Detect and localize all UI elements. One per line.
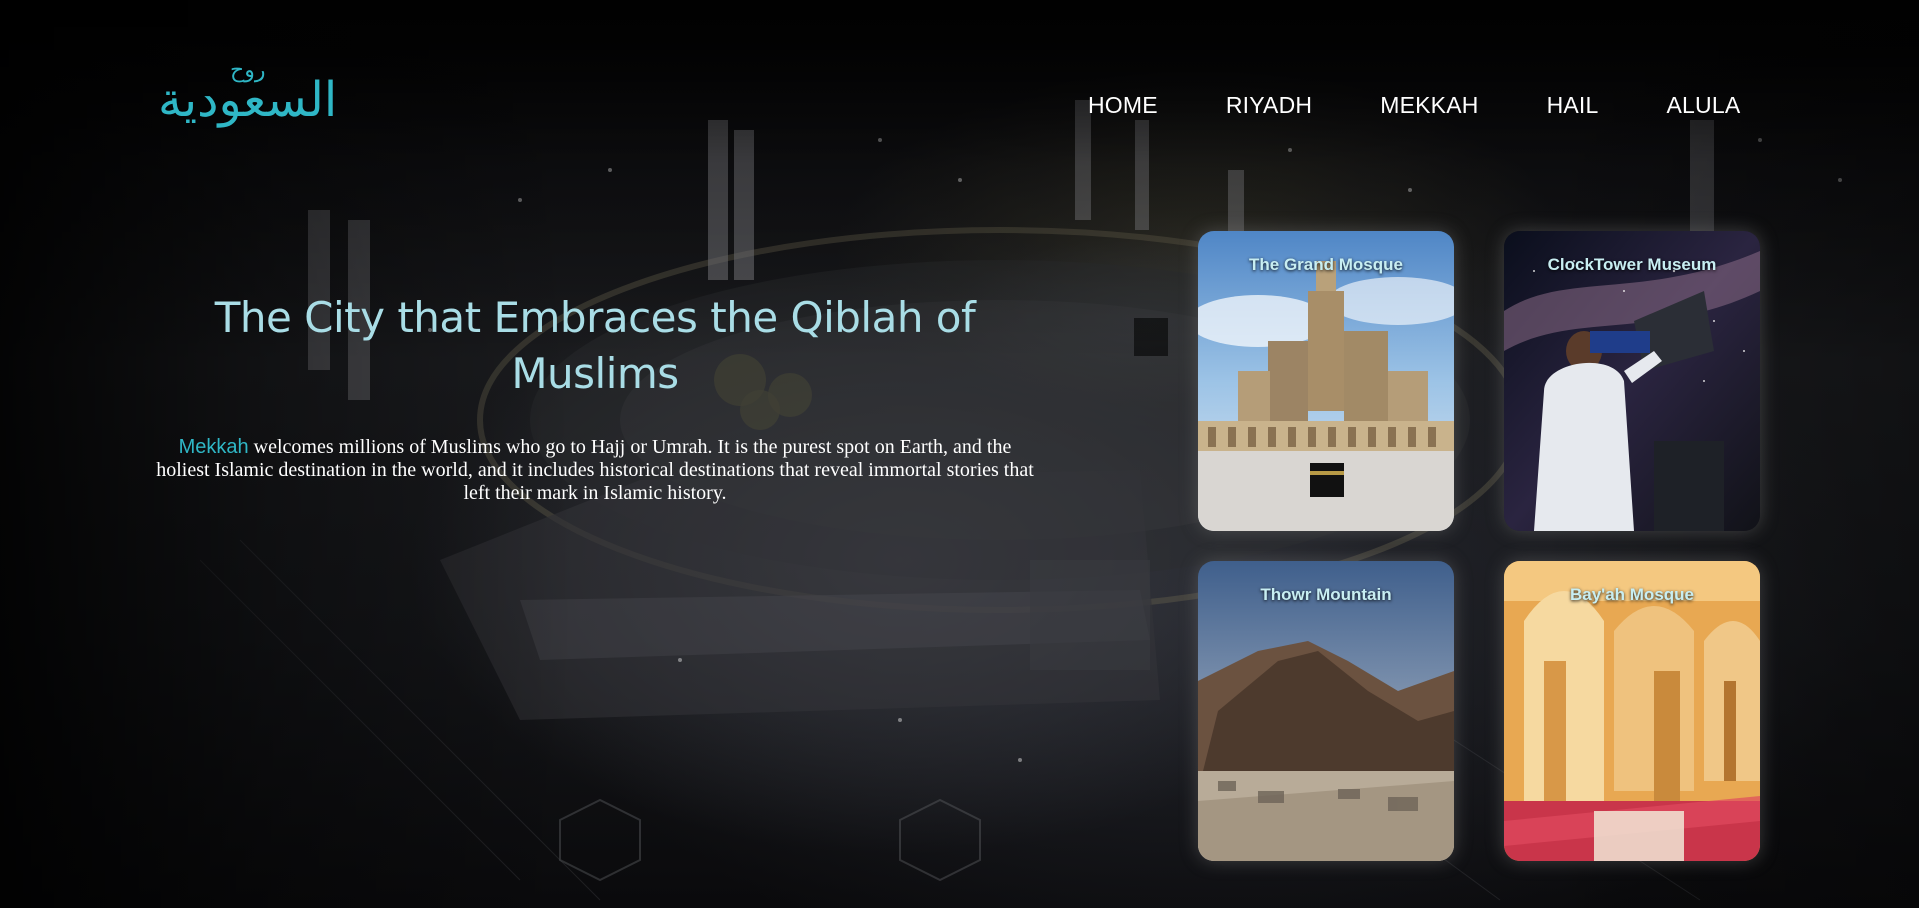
- clocktower-museum-image: [1504, 231, 1760, 531]
- logo[interactable]: روح السعودية: [158, 58, 337, 148]
- nav-item-mekkah[interactable]: MEKKAH: [1380, 92, 1478, 119]
- card-title: The Grand Mosque: [1249, 255, 1403, 274]
- nav-item-riyadh[interactable]: RIYADH: [1226, 92, 1312, 119]
- card-bayah-mosque[interactable]: Bay'ah Mosque: [1504, 561, 1760, 861]
- nav-item-hail[interactable]: HAIL: [1547, 92, 1599, 119]
- page: روح السعودية HOME RIYADH MEKKAH HAIL ALU…: [0, 0, 1919, 908]
- card-grand-mosque[interactable]: The Grand Mosque: [1198, 231, 1454, 531]
- thowr-mountain-image: [1198, 561, 1454, 861]
- main-nav: HOME RIYADH MEKKAH HAIL ALULA: [1088, 92, 1740, 119]
- hero-description-text: welcomes millions of Muslims who go to H…: [156, 436, 1034, 504]
- nav-item-alula[interactable]: ALULA: [1667, 92, 1741, 119]
- grand-mosque-image: [1198, 231, 1454, 531]
- bayah-mosque-image: [1504, 561, 1760, 861]
- hero-section: The City that Embraces the Qiblah of Mus…: [150, 290, 1040, 505]
- hero-accent-word: Mekkah: [178, 436, 249, 458]
- card-thowr-mountain[interactable]: Thowr Mountain: [1198, 561, 1454, 861]
- hero-title: The City that Embraces the Qiblah of Mus…: [214, 293, 976, 398]
- card-title: ClockTower Museum: [1547, 255, 1717, 274]
- nav-item-home[interactable]: HOME: [1088, 92, 1158, 119]
- logo-main-text: السعودية: [158, 72, 338, 128]
- card-title: Bay'ah Mosque: [1569, 585, 1694, 604]
- hero-description: Mekkah welcomes millions of Muslims who …: [150, 436, 1040, 505]
- card-title: Thowr Mountain: [1260, 585, 1392, 604]
- card-clocktower-museum[interactable]: ClockTower Museum: [1504, 231, 1760, 531]
